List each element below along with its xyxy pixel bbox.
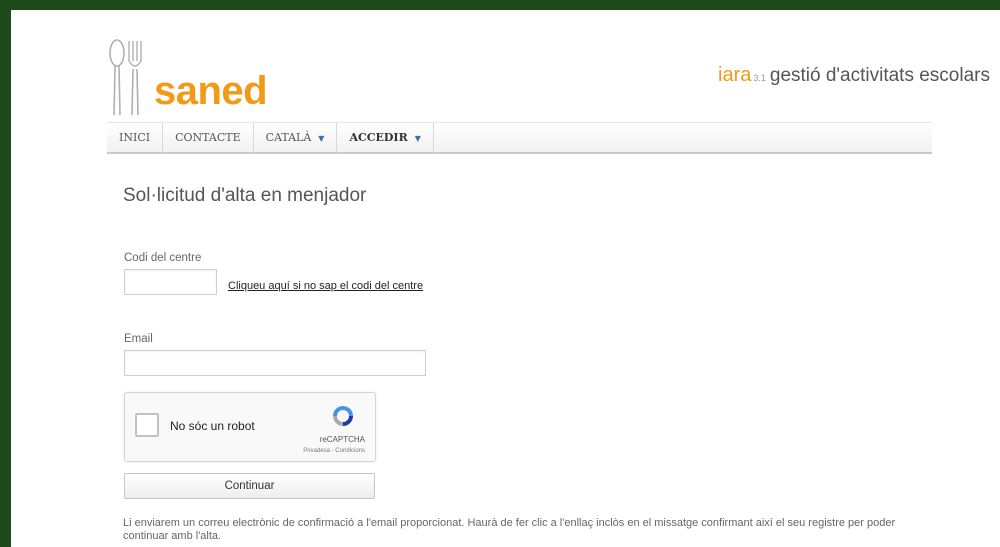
centre-code-input[interactable]	[124, 269, 217, 295]
nav-item-language[interactable]: CATALÀ ▼	[254, 123, 338, 153]
email-label: Email	[124, 333, 153, 345]
caret-down-icon: ▼	[318, 134, 325, 143]
tagline-version: 3.1	[753, 73, 766, 83]
main-nav: INICI CONTACTE CATALÀ ▼ ACCEDIR ▼	[107, 122, 932, 154]
recaptcha-checkbox[interactable]	[135, 413, 159, 437]
tagline-brand: iara	[718, 64, 752, 86]
app-tagline: iara 3.1 gestió d'activitats escolars	[718, 64, 990, 87]
page-title: Sol·licitud d'alta en menjador	[123, 185, 367, 206]
recaptcha-terms-link[interactable]: Privadesa - Condicions	[303, 448, 365, 454]
centre-code-label: Codi del centre	[124, 252, 202, 264]
logo-text: saned	[154, 69, 268, 113]
email-input[interactable]	[124, 350, 426, 376]
page-frame: saned iara 3.1 gestió d'activitats escolar…	[11, 10, 1000, 547]
nav-item-label: CATALÀ	[265, 131, 312, 144]
nav-item-label: CONTACTE	[175, 131, 241, 144]
centre-code-help-link[interactable]: Cliqueu aquí si no sap el codi del centr…	[228, 280, 423, 292]
saned-logo[interactable]: saned	[108, 39, 268, 117]
tagline-text: gestió d'activitats escolars	[769, 65, 990, 86]
recaptcha-logo-icon	[333, 406, 353, 426]
cutlery-icon	[109, 39, 142, 116]
nav-item-label: ACCEDIR	[349, 131, 408, 144]
confirmation-notice: Li enviarem un correu electrònic de conf…	[123, 517, 896, 542]
recaptcha-label: No sóc un robot	[170, 419, 255, 433]
caret-down-icon: ▼	[414, 133, 421, 143]
recaptcha-widget: No sóc un robot reCAPTCHA Privadesa - Co…	[124, 392, 376, 462]
nav-item-label: INICI	[119, 131, 151, 144]
recaptcha-brand: reCAPTCHA	[319, 435, 365, 444]
continue-button[interactable]: Continuar	[124, 473, 375, 499]
nav-item-contacte[interactable]: CONTACTE	[163, 123, 254, 153]
nav-item-inici[interactable]: INICI	[107, 123, 164, 153]
nav-item-accedir[interactable]: ACCEDIR ▼	[337, 123, 434, 153]
